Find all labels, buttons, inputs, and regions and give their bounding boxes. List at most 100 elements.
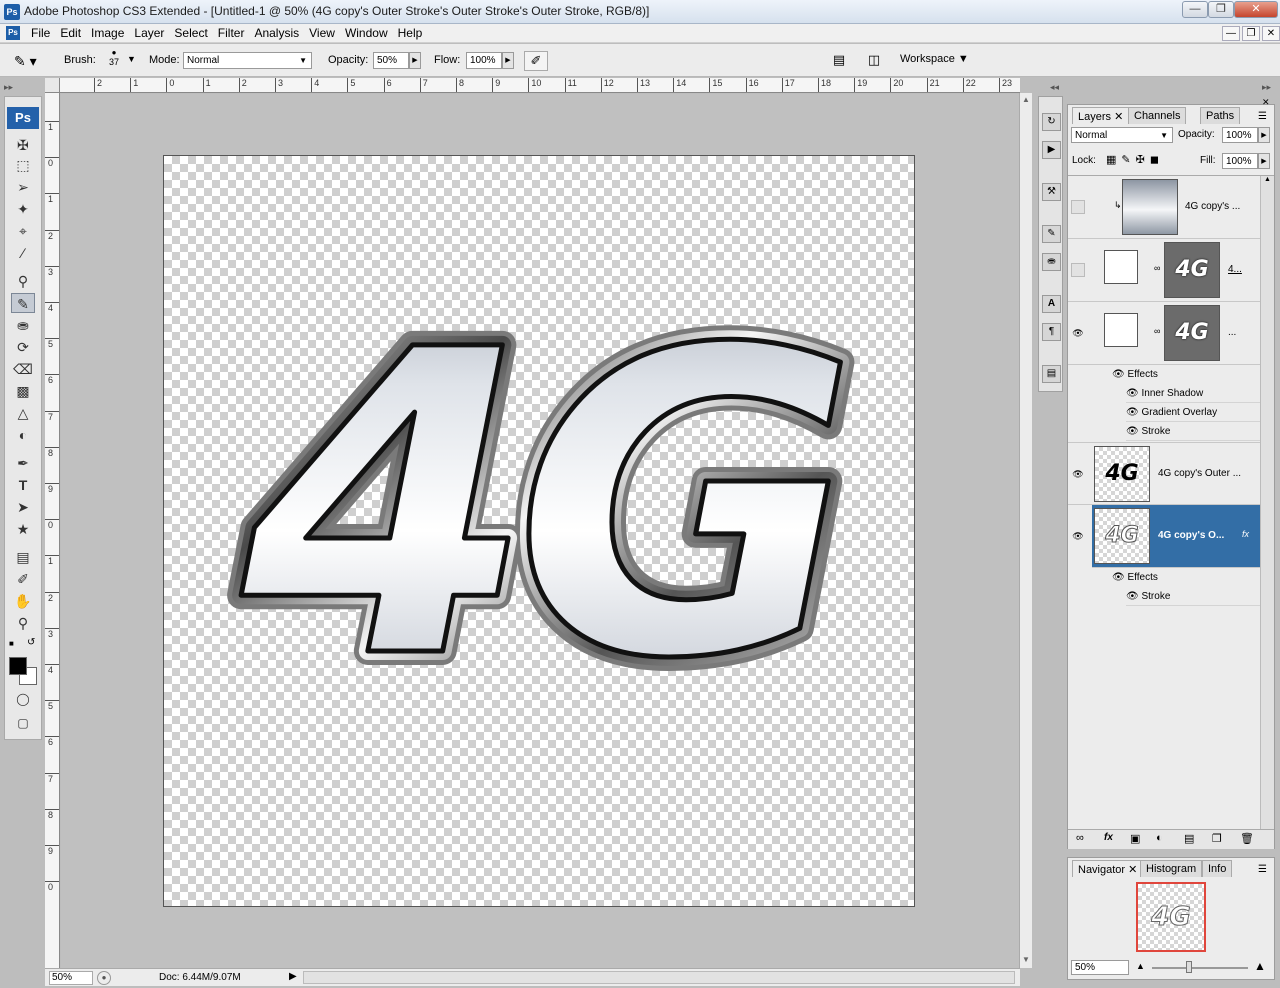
tool-preset-picker[interactable]: ✎ ▾ — [14, 52, 50, 70]
scroll-up-icon[interactable]: ▲ — [1022, 95, 1030, 104]
zoom-slider-track[interactable] — [1152, 967, 1248, 969]
bridge-icon[interactable]: ◫ — [862, 52, 886, 70]
default-colors-icon[interactable]: ■ — [9, 639, 14, 648]
menu-help[interactable]: Help — [393, 26, 428, 40]
add-mask-icon[interactable]: ▣ — [1130, 832, 1140, 845]
brush-tool-icon[interactable]: ✎ — [11, 293, 35, 313]
tab-channels[interactable]: Channels — [1128, 107, 1187, 124]
fx-indicator-icon[interactable]: fx — [1242, 529, 1249, 539]
minimize-button[interactable]: — — [1182, 1, 1208, 18]
flow-slider-button[interactable]: ▶ — [502, 52, 514, 69]
delete-layer-icon[interactable]: 🗑 — [1240, 832, 1254, 845]
link-layers-icon[interactable]: ∞ — [1076, 832, 1084, 844]
layer-row[interactable]: ↳ 4G copy's ... — [1068, 176, 1260, 239]
brush-dropdown-icon[interactable]: ▼ — [127, 54, 136, 64]
marquee-tool-icon[interactable]: ⬚ — [11, 155, 35, 175]
menu-window[interactable]: Window — [340, 26, 393, 40]
magic-wand-tool-icon[interactable]: ✦ — [11, 199, 35, 219]
effect-stroke[interactable]: 👁 Stroke — [1126, 587, 1260, 606]
layer-name[interactable]: ... — [1228, 327, 1236, 338]
quick-mask-icon[interactable]: ◯ — [11, 689, 35, 709]
layer-name[interactable]: 4G copy's Outer ... — [1158, 468, 1241, 479]
paragraph-panel-icon[interactable]: ¶ — [1042, 323, 1061, 341]
hand-tool-icon[interactable]: ✋ — [11, 591, 35, 611]
path-selection-tool-icon[interactable]: ➤ — [11, 497, 35, 517]
blend-mode-select[interactable]: Normal ▼ — [1071, 127, 1173, 143]
link-chain-icon[interactable]: ∞ — [1154, 263, 1160, 273]
eraser-tool-icon[interactable]: ⌫ — [11, 359, 35, 379]
lasso-tool-icon[interactable]: ➢ — [11, 177, 35, 197]
opacity-field[interactable]: 50% — [373, 52, 409, 69]
dodge-tool-icon[interactable]: ◐ — [11, 425, 35, 445]
link-chain-icon[interactable]: ∞ — [1154, 326, 1160, 336]
effect-stroke[interactable]: 👁 Stroke — [1126, 422, 1260, 441]
layer-visibility-toggle[interactable] — [1071, 200, 1085, 214]
effects-header[interactable]: 👁 Effects — [1112, 365, 1262, 384]
lock-options-icon[interactable]: ▦✎✠◼ — [1106, 153, 1164, 166]
flow-field[interactable]: 100% — [466, 52, 502, 69]
layer-name[interactable]: 4... — [1228, 264, 1242, 275]
history-panel-icon[interactable]: ↻ — [1042, 113, 1061, 131]
zoom-out-icon[interactable]: ▲ — [1136, 961, 1145, 971]
clone-stamp-tool-icon[interactable]: ⛂ — [11, 315, 35, 335]
close-button[interactable]: ✕ — [1234, 1, 1278, 18]
airbrush-icon[interactable]: ✐ — [524, 51, 548, 71]
layer-visibility-toggle[interactable] — [1071, 263, 1085, 277]
layer-comps-panel-icon[interactable]: ▤ — [1042, 365, 1061, 383]
opacity-slider-button[interactable]: ▶ — [409, 52, 421, 69]
maximize-button[interactable]: ❐ — [1208, 1, 1234, 18]
menu-image[interactable]: Image — [86, 26, 129, 40]
menu-file[interactable]: File — [26, 26, 55, 40]
palette-well-icon[interactable]: ▤ — [830, 52, 848, 70]
doc-close-button[interactable]: ✕ — [1262, 26, 1280, 41]
toolbox-collapse-icon[interactable]: ▸▸ — [4, 82, 13, 93]
healing-brush-tool-icon[interactable]: ⚲ — [11, 271, 35, 291]
effects-header[interactable]: 👁 Effects — [1112, 568, 1262, 587]
doc-minimize-button[interactable]: — — [1222, 26, 1240, 41]
menu-view[interactable]: View — [304, 26, 340, 40]
menu-edit[interactable]: Edit — [55, 26, 86, 40]
ruler-origin[interactable] — [45, 78, 60, 93]
new-layer-icon[interactable]: ❐ — [1212, 832, 1222, 845]
status-menu-arrow-icon[interactable]: ▶ — [289, 971, 297, 982]
menu-select[interactable]: Select — [169, 26, 212, 40]
history-brush-tool-icon[interactable]: ⟳ — [11, 337, 35, 357]
character-panel-icon[interactable]: A — [1042, 295, 1061, 313]
brush-picker[interactable]: ● 37 — [104, 49, 124, 73]
workspace-menu[interactable]: Workspace ▼ — [900, 53, 969, 65]
add-layer-style-icon[interactable]: fx — [1104, 832, 1113, 843]
status-info-icon[interactable]: ● — [97, 971, 111, 985]
notes-tool-icon[interactable]: ▤ — [11, 547, 35, 567]
layer-row[interactable]: 👁 4G 4G copy's Outer ... — [1068, 442, 1260, 505]
panel-close-icon[interactable]: ✕ — [1262, 97, 1270, 108]
layer-name[interactable]: 4G copy's ... — [1185, 201, 1240, 212]
zoom-slider-handle[interactable] — [1186, 961, 1192, 973]
document-canvas[interactable]: 4G 4G 4G — [163, 155, 915, 907]
tab-info[interactable]: Info — [1202, 860, 1233, 877]
fill-field[interactable]: 100% — [1222, 153, 1258, 169]
zoom-tool-icon[interactable]: ⚲ — [11, 613, 35, 633]
shape-tool-icon[interactable]: ★ — [11, 519, 35, 539]
menu-analysis[interactable]: Analysis — [249, 26, 304, 40]
tab-paths[interactable]: Paths — [1200, 107, 1241, 124]
document-icon[interactable]: Ps — [6, 26, 20, 40]
adjustment-layer-icon[interactable]: ◐ — [1156, 832, 1163, 844]
mode-select[interactable]: Normal ▼ — [183, 52, 312, 69]
horizontal-scrollbar[interactable] — [303, 971, 1015, 984]
actions-panel-icon[interactable]: ▶ — [1042, 141, 1061, 159]
effect-gradient-overlay[interactable]: 👁 Gradient Overlay — [1126, 403, 1260, 422]
layer-opacity-slider-button[interactable]: ▶ — [1258, 127, 1270, 143]
effect-inner-shadow[interactable]: 👁 Inner Shadow — [1126, 384, 1260, 403]
navigator-preview[interactable]: 4G — [1136, 882, 1206, 952]
navigator-zoom-field[interactable]: 50% — [1071, 960, 1129, 975]
move-tool-icon[interactable]: ✠ — [11, 135, 35, 155]
screen-mode-icon[interactable]: ▢ — [11, 713, 35, 733]
slice-tool-icon[interactable]: ∕ — [11, 243, 35, 263]
layer-name[interactable]: 4G copy's O... — [1158, 530, 1224, 541]
eyedropper-tool-icon[interactable]: ✐ — [11, 569, 35, 589]
zoom-in-icon[interactable]: ▲ — [1254, 959, 1266, 973]
panel-expand-icon[interactable]: ▸▸ — [1262, 82, 1271, 93]
layers-scrollbar[interactable]: ▲ — [1260, 176, 1274, 830]
brushes-panel-icon[interactable]: ✎ — [1042, 225, 1061, 243]
eye-icon[interactable]: 👁 — [1071, 326, 1085, 340]
